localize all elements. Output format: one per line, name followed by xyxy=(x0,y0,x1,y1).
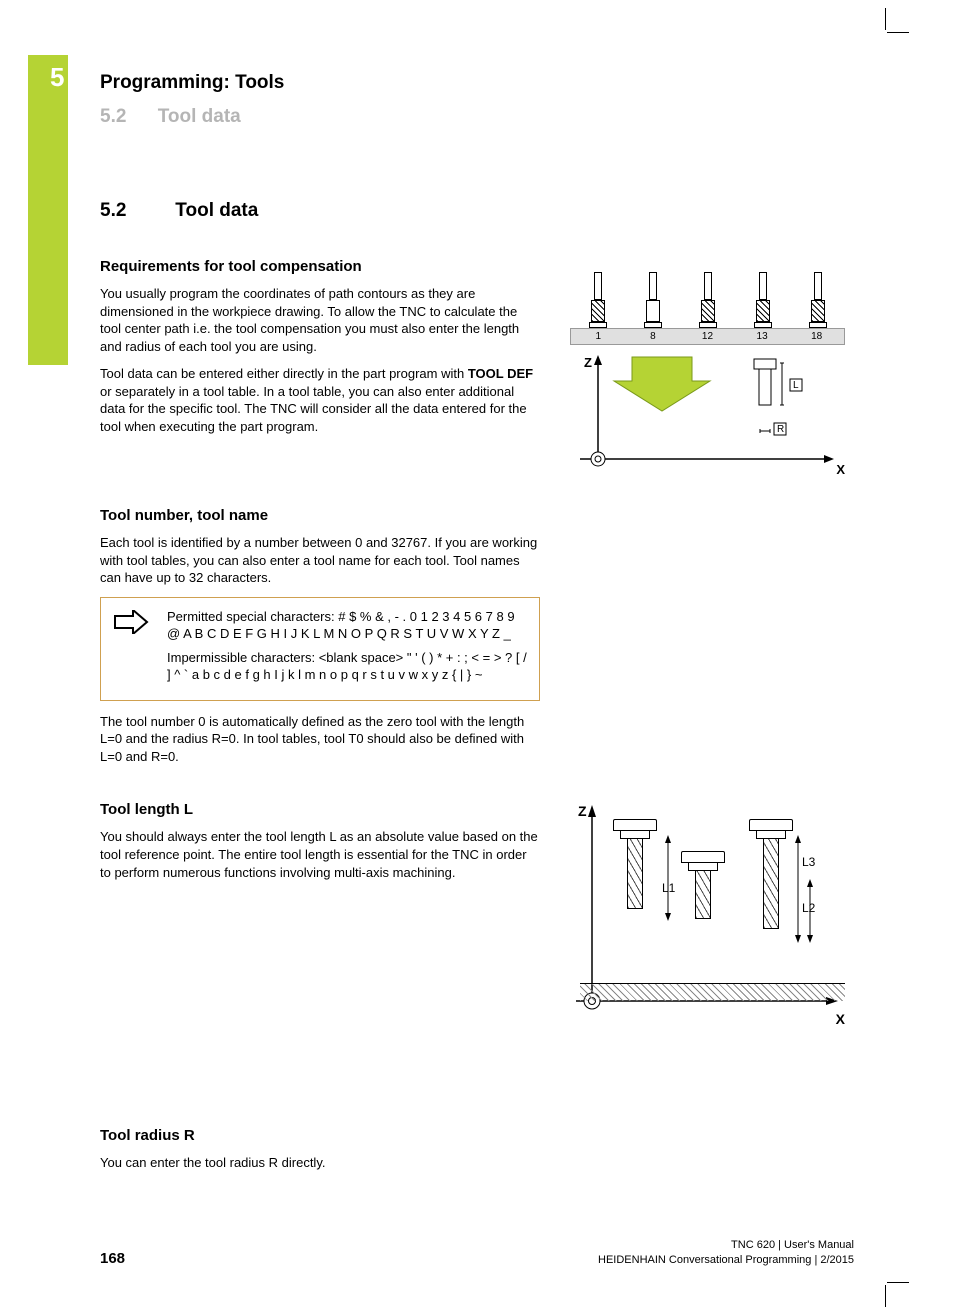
diagram-tool-labels: 1 8 12 13 18 xyxy=(570,328,845,345)
toolnum-p2: The tool number 0 is automatically defin… xyxy=(100,713,540,766)
length-label-l1: L1 xyxy=(662,881,675,895)
radius-heading: Tool radius R xyxy=(100,1127,540,1144)
note-box: Permitted special characters: # $ % & , … xyxy=(100,597,540,701)
page-number: 168 xyxy=(100,1250,125,1267)
length-heading: Tool length L xyxy=(100,801,540,818)
length-label-l2: L2 xyxy=(802,901,815,915)
length-label-l3: L3 xyxy=(802,855,815,869)
footer-line1: TNC 620 | User's Manual xyxy=(598,1238,854,1252)
side-tab xyxy=(28,55,68,365)
diagram-tool-lengths: Z X L1 L2 L3 xyxy=(570,801,845,1031)
note-permitted: Permitted special characters: # $ % & , … xyxy=(167,608,527,643)
running-head-num: 5.2 xyxy=(100,106,126,127)
axis-z-label: Z xyxy=(578,803,587,819)
radius-p1: You can enter the tool radius R directly… xyxy=(100,1154,540,1172)
req-p2: Tool data can be entered either directly… xyxy=(100,365,540,435)
axis-x-label: X xyxy=(836,462,845,477)
note-impermissible: Impermissible characters: <blank space> … xyxy=(167,649,527,684)
crop-mark xyxy=(885,1285,886,1307)
toolnum-heading: Tool number, tool name xyxy=(100,507,540,524)
page-footer: 168 TNC 620 | User's Manual HEIDENHAIN C… xyxy=(100,1238,854,1267)
footer-line2: HEIDENHAIN Conversational Programming | … xyxy=(598,1253,854,1267)
chapter-number: 5 xyxy=(50,62,64,93)
crop-mark xyxy=(887,32,909,33)
section-title: Tool data xyxy=(175,200,258,221)
running-head-title: Tool data xyxy=(158,106,241,127)
req-heading: Requirements for tool compensation xyxy=(100,258,540,275)
running-head: 5.2 Tool data xyxy=(100,106,241,128)
crop-mark xyxy=(885,8,886,30)
axis-x-label: X xyxy=(836,1011,845,1027)
req-p1: You usually program the coordinates of p… xyxy=(100,285,540,355)
mark-r: R xyxy=(777,424,784,435)
mark-l: L xyxy=(793,380,799,391)
crop-mark xyxy=(887,1282,909,1283)
toolnum-p1: Each tool is identified by a number betw… xyxy=(100,534,540,587)
length-p1: You should always enter the tool length … xyxy=(100,828,540,881)
note-arrow-icon xyxy=(113,608,149,690)
diagram-tools-row: 1 8 12 13 18 xyxy=(570,258,845,471)
axis-z-label: Z xyxy=(584,355,592,370)
section-heading: 5.2 Tool data xyxy=(100,200,860,222)
section-number: 5.2 xyxy=(100,200,170,222)
chapter-title: Programming: Tools xyxy=(100,72,284,94)
